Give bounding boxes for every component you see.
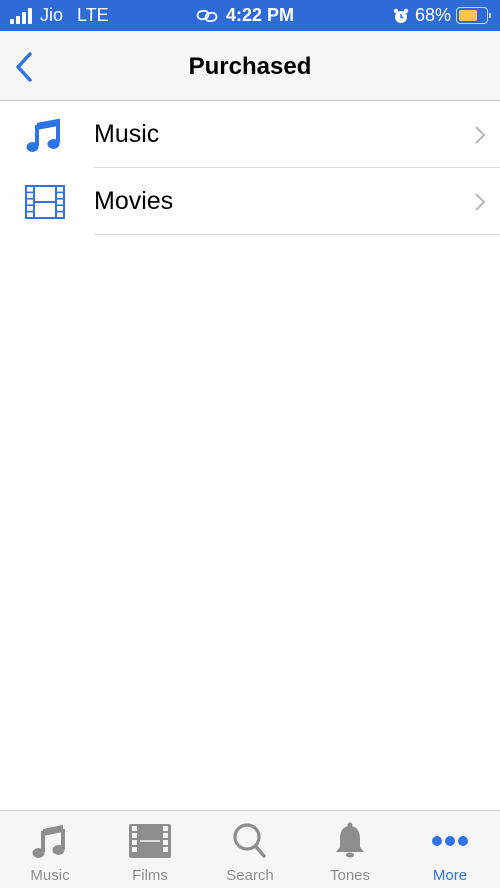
- battery-percent: 68%: [414, 5, 451, 25]
- tab-search[interactable]: Search: [200, 811, 300, 888]
- tab-label: Music: [30, 867, 70, 884]
- music-note-icon: [32, 825, 65, 858]
- music-note-icon: [26, 118, 60, 152]
- signal-icon: [10, 7, 34, 24]
- clock: 4:22 PM: [226, 5, 295, 25]
- chevron-right-icon: [475, 126, 486, 144]
- status-right: 68%: [393, 5, 491, 26]
- tab-tones[interactable]: Tones: [300, 811, 400, 888]
- search-icon: [233, 823, 266, 858]
- separator: [94, 234, 500, 235]
- link-icon: [196, 9, 218, 22]
- network-type: LTE: [77, 5, 109, 25]
- tab-music[interactable]: Music: [0, 811, 100, 888]
- list-item-movies[interactable]: Movies: [0, 168, 500, 235]
- tab-more[interactable]: More: [400, 811, 500, 888]
- status-bar: Jio LTE 4:22 PM 68%: [0, 0, 500, 31]
- film-icon: [129, 824, 171, 858]
- alarm-icon: [393, 8, 409, 23]
- list-item-label: Music: [94, 120, 160, 148]
- film-icon: [25, 185, 65, 219]
- nav-bar: Purchased: [0, 31, 500, 101]
- battery-fill: [459, 10, 477, 21]
- tab-films[interactable]: Films: [100, 811, 200, 888]
- status-center: 4:22 PM: [196, 5, 294, 26]
- list-item-label: Movies: [94, 187, 174, 215]
- page-title: Purchased: [188, 53, 312, 80]
- tab-label: More: [432, 867, 468, 884]
- tab-label: Tones: [329, 867, 371, 884]
- more-icon: [432, 836, 468, 846]
- tab-label: Search: [226, 867, 274, 884]
- bell-icon: [336, 822, 364, 858]
- tab-bar: Music Films Search Tones More: [0, 810, 500, 888]
- list-item-music[interactable]: Music: [0, 101, 500, 168]
- status-left: Jio LTE: [10, 5, 109, 26]
- purchased-list: Music Movies: [0, 101, 500, 235]
- tab-label: Films: [132, 867, 168, 884]
- chevron-right-icon: [475, 193, 486, 211]
- battery-icon: [456, 7, 491, 24]
- carrier-name: Jio: [40, 5, 64, 25]
